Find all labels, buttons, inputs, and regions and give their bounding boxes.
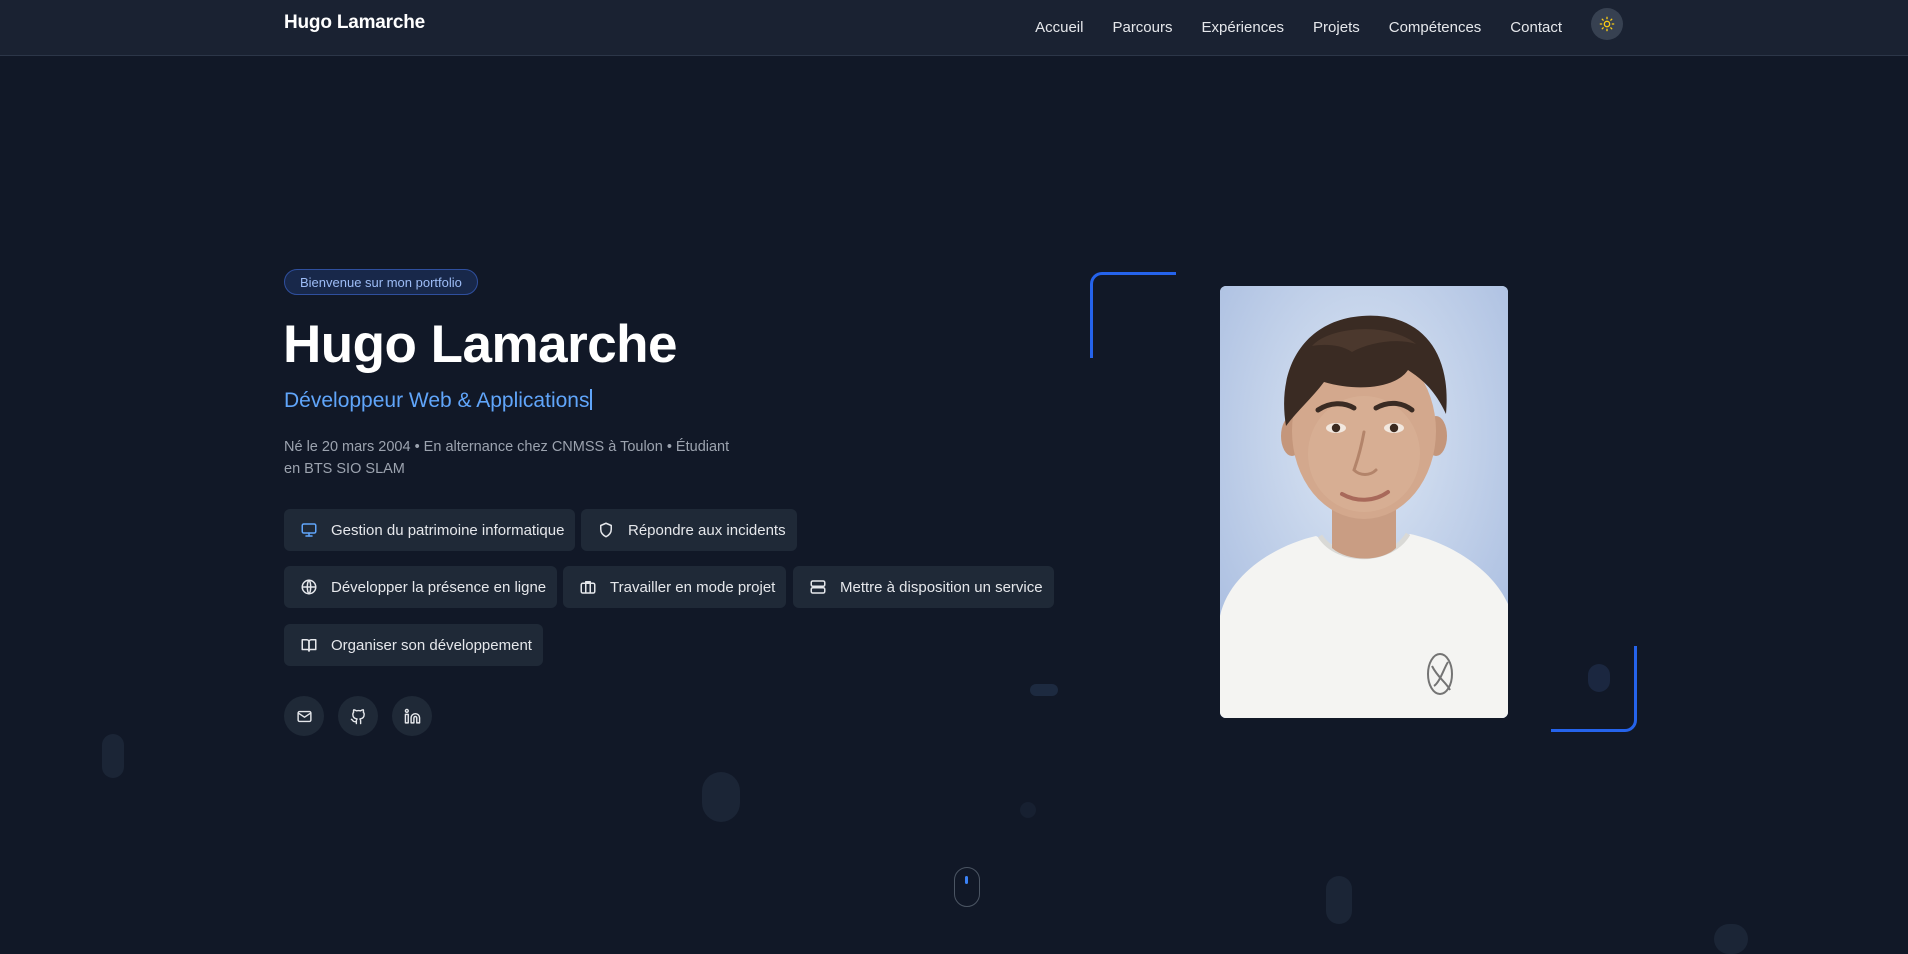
nav-item-projets[interactable]: Projets — [1313, 19, 1360, 36]
nav-item-parcours[interactable]: Parcours — [1112, 19, 1172, 36]
github-icon — [350, 708, 365, 724]
hero-role-text: Développeur Web & Applications — [284, 389, 590, 412]
server-icon — [808, 577, 828, 597]
skill-chip-organiser[interactable]: Organiser son développement — [284, 624, 543, 666]
main-nav: Accueil Parcours Expériences Projets Com… — [1006, 0, 1562, 55]
skill-chip-patrimoine[interactable]: Gestion du patrimoine informatique — [284, 509, 576, 551]
email-link[interactable] — [284, 696, 324, 736]
skill-chip-label: Travailler en mode projet — [610, 578, 776, 596]
shield-icon — [596, 520, 616, 540]
brand-logo[interactable]: Hugo Lamarche — [284, 12, 425, 34]
skill-chip-presence[interactable]: Développer la présence en ligne — [284, 566, 558, 608]
monitor-icon — [299, 520, 319, 540]
theme-toggle-button[interactable] — [1591, 8, 1623, 40]
decorative-blob — [1326, 876, 1352, 924]
nav-item-contact[interactable]: Contact — [1510, 19, 1562, 36]
skill-chip-projet[interactable]: Travailler en mode projet — [563, 566, 787, 608]
decorative-corner-bottom-right — [1551, 646, 1637, 732]
skill-chip-label: Répondre aux incidents — [628, 521, 786, 539]
skill-chip-service[interactable]: Mettre à disposition un service — [793, 566, 1054, 608]
scroll-down-indicator[interactable] — [954, 867, 980, 907]
mail-icon — [296, 710, 312, 722]
sun-icon — [1599, 16, 1615, 32]
typing-caret — [590, 389, 593, 410]
hero-role: Développeur Web & Applications — [284, 388, 593, 414]
scroll-indicator-dot — [965, 876, 968, 884]
skill-chip-label: Mettre à disposition un service — [840, 578, 1043, 596]
decorative-corner-top-left — [1090, 272, 1176, 358]
decorative-blob — [702, 772, 740, 822]
decorative-blob — [102, 734, 124, 778]
portrait-illustration — [1220, 286, 1508, 718]
decorative-blob — [1020, 802, 1036, 818]
globe-icon — [299, 577, 319, 597]
decorative-blob — [1714, 924, 1748, 954]
site-header: Hugo Lamarche Accueil Parcours Expérienc… — [0, 0, 1908, 56]
decorative-blob — [1030, 684, 1058, 696]
nav-item-accueil[interactable]: Accueil — [1035, 19, 1083, 36]
profile-photo — [1220, 286, 1508, 718]
skill-chip-label: Gestion du patrimoine informatique — [331, 521, 565, 539]
skill-chip-label: Développer la présence en ligne — [331, 578, 547, 596]
hero-name: Hugo Lamarche — [283, 315, 678, 374]
welcome-badge: Bienvenue sur mon portfolio — [284, 269, 478, 295]
nav-item-competences[interactable]: Compétences — [1389, 19, 1482, 36]
linkedin-icon — [404, 708, 420, 724]
linkedin-link[interactable] — [392, 696, 432, 736]
skill-chip-incidents[interactable]: Répondre aux incidents — [581, 509, 797, 551]
book-icon — [299, 635, 319, 655]
nav-item-experiences[interactable]: Expériences — [1202, 19, 1285, 36]
skill-chip-label: Organiser son développement — [331, 636, 532, 654]
hero-description-line: en BTS SIO SLAM — [284, 461, 405, 477]
hero-description: Né le 20 mars 2004 • En alternance chez … — [284, 436, 744, 480]
github-link[interactable] — [338, 696, 378, 736]
briefcase-icon — [578, 577, 598, 597]
hero-description-line: Né le 20 mars 2004 • En alternance chez … — [284, 439, 730, 455]
